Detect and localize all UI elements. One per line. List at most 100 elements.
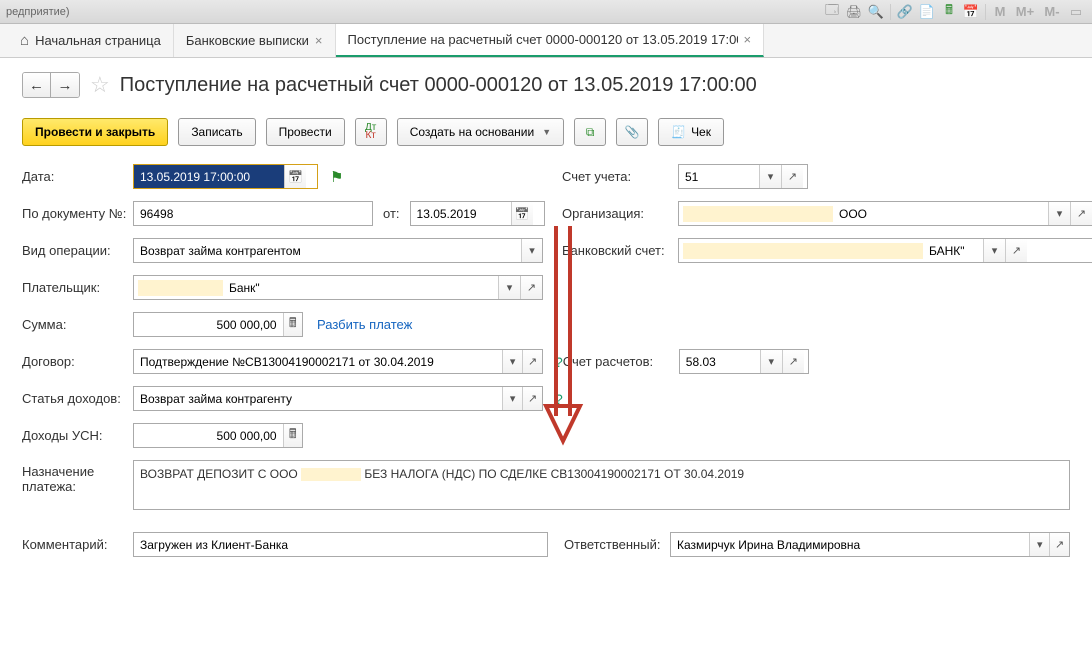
- date-input[interactable]: [134, 165, 284, 188]
- doc-date-input[interactable]: [411, 202, 511, 225]
- settle-acc-field[interactable]: [679, 349, 809, 374]
- doc-icon[interactable]: 📄: [917, 3, 937, 21]
- redacted-block: [683, 206, 833, 222]
- responsible-field[interactable]: [670, 532, 1070, 557]
- dtkt-button[interactable]: ДтКт: [355, 118, 387, 146]
- collapse-icon[interactable]: ▭: [1066, 3, 1086, 21]
- save-button[interactable]: Записать: [178, 118, 255, 146]
- dropdown-button[interactable]: [498, 276, 520, 299]
- org-input[interactable]: [833, 202, 1048, 225]
- contract-field[interactable]: [133, 349, 543, 374]
- bank-acc-field[interactable]: [678, 238, 1092, 263]
- tab-receipt[interactable]: Поступление на расчетный счет 0000-00012…: [336, 24, 765, 57]
- org-field[interactable]: [678, 201, 1092, 226]
- payer-field[interactable]: [133, 275, 543, 300]
- post-button[interactable]: Провести: [266, 118, 345, 146]
- close-icon[interactable]: ×: [315, 33, 323, 48]
- print-icon[interactable]: 🖨: [844, 3, 864, 21]
- label-income: Статья доходов:: [22, 391, 127, 406]
- dropdown-button[interactable]: [759, 165, 781, 188]
- income-input[interactable]: [134, 387, 502, 410]
- usn-input[interactable]: [134, 424, 283, 447]
- help-icon[interactable]: ?: [555, 391, 563, 407]
- open-button[interactable]: [1070, 202, 1092, 225]
- dropdown-button[interactable]: [1048, 202, 1070, 225]
- link-icon[interactable]: 🔗: [895, 3, 915, 21]
- check-button[interactable]: 🧾Чек: [658, 118, 724, 146]
- income-field[interactable]: [133, 386, 543, 411]
- doc-number-field[interactable]: [133, 201, 373, 226]
- account-field[interactable]: [678, 164, 808, 189]
- responsible-input[interactable]: [671, 533, 1029, 556]
- label-by-doc: По документу №:: [22, 206, 127, 221]
- page-title: Поступление на расчетный счет 0000-00012…: [120, 74, 757, 97]
- doc-number-input[interactable]: [134, 202, 372, 225]
- tab-bank-statements[interactable]: Банковские выписки ×: [174, 24, 336, 57]
- open-icon: [1077, 207, 1086, 220]
- account-input[interactable]: [679, 165, 759, 188]
- usn-field[interactable]: [133, 423, 303, 448]
- purpose-field[interactable]: ВОЗВРАТ ДЕПОЗИТ С ООО БЕЗ НАЛОГА (НДС) П…: [133, 460, 1070, 510]
- calendar-button[interactable]: [511, 202, 533, 225]
- calc-button[interactable]: [283, 313, 302, 336]
- structure-button[interactable]: ⧉: [574, 118, 606, 146]
- tab-home[interactable]: ⌂ Начальная страница: [8, 24, 174, 57]
- open-button[interactable]: [781, 165, 803, 188]
- split-payment-link[interactable]: Разбить платеж: [317, 317, 412, 332]
- attach-button[interactable]: 📎: [616, 118, 648, 146]
- date-field[interactable]: [133, 164, 318, 189]
- dropdown-button[interactable]: [760, 350, 782, 373]
- sum-field[interactable]: [133, 312, 303, 337]
- open-icon: [528, 392, 537, 405]
- bank-acc-input[interactable]: [923, 239, 983, 262]
- redacted-block: [138, 280, 223, 296]
- search-icon[interactable]: 🔍: [866, 3, 886, 21]
- chevron-down-icon: [510, 355, 516, 368]
- dropdown-button[interactable]: [983, 239, 1005, 262]
- open-button[interactable]: [782, 350, 804, 373]
- scale-m-plus[interactable]: M+: [1012, 3, 1038, 21]
- calc-button[interactable]: [283, 424, 302, 447]
- dropdown-button[interactable]: [1029, 533, 1049, 556]
- post-and-close-button[interactable]: Провести и закрыть: [22, 118, 168, 146]
- dropdown-button[interactable]: [521, 239, 542, 262]
- dropdown-button[interactable]: [502, 387, 522, 410]
- contract-input[interactable]: [134, 350, 502, 373]
- tab-label: Начальная страница: [35, 33, 161, 48]
- window-title-fragment: редприятие): [6, 6, 70, 18]
- payer-input[interactable]: [223, 276, 498, 299]
- forward-button[interactable]: →: [51, 73, 79, 97]
- close-icon[interactable]: ×: [744, 32, 752, 47]
- posted-flag-icon[interactable]: ⚑: [330, 168, 343, 186]
- sum-input[interactable]: [134, 313, 283, 336]
- doc-date-field[interactable]: [410, 201, 545, 226]
- scale-m[interactable]: M: [990, 3, 1010, 21]
- dropdown-button[interactable]: [502, 350, 522, 373]
- op-type-input[interactable]: [134, 239, 521, 262]
- titlebar-tools: 🗔 🖨 🔍 🔗 📄 🖩 📅 M M+ M- ▭: [822, 3, 1086, 21]
- purpose-text[interactable]: ВОЗВРАТ ДЕПОЗИТ С ООО БЕЗ НАЛОГА (НДС) П…: [134, 461, 1069, 509]
- scale-m-minus[interactable]: M-: [1040, 3, 1064, 21]
- open-button[interactable]: [522, 387, 542, 410]
- open-button[interactable]: [520, 276, 542, 299]
- window-titlebar: редприятие) 🗔 🖨 🔍 🔗 📄 🖩 📅 M M+ M- ▭: [0, 0, 1092, 24]
- calendar-button[interactable]: [284, 165, 306, 188]
- back-button[interactable]: ←: [23, 73, 51, 97]
- op-type-field[interactable]: [133, 238, 543, 263]
- open-button[interactable]: [1005, 239, 1027, 262]
- comment-field[interactable]: [133, 532, 548, 557]
- help-icon[interactable]: ?: [555, 354, 563, 370]
- label-comment: Комментарий:: [22, 537, 127, 552]
- calculator-icon[interactable]: 🖩: [939, 3, 959, 21]
- open-icon: [788, 170, 797, 183]
- comment-input[interactable]: [134, 533, 547, 556]
- open-button[interactable]: [1049, 533, 1069, 556]
- separator: [985, 4, 986, 20]
- settle-acc-input[interactable]: [680, 350, 760, 373]
- open-button[interactable]: [522, 350, 542, 373]
- create-based-button[interactable]: Создать на основании▼: [397, 118, 564, 146]
- new-icon[interactable]: 🗔: [822, 3, 842, 21]
- label-purpose: Назначение платежа:: [22, 460, 127, 494]
- calendar-icon[interactable]: 📅: [961, 3, 981, 21]
- favorite-star-icon[interactable]: ☆: [90, 72, 110, 98]
